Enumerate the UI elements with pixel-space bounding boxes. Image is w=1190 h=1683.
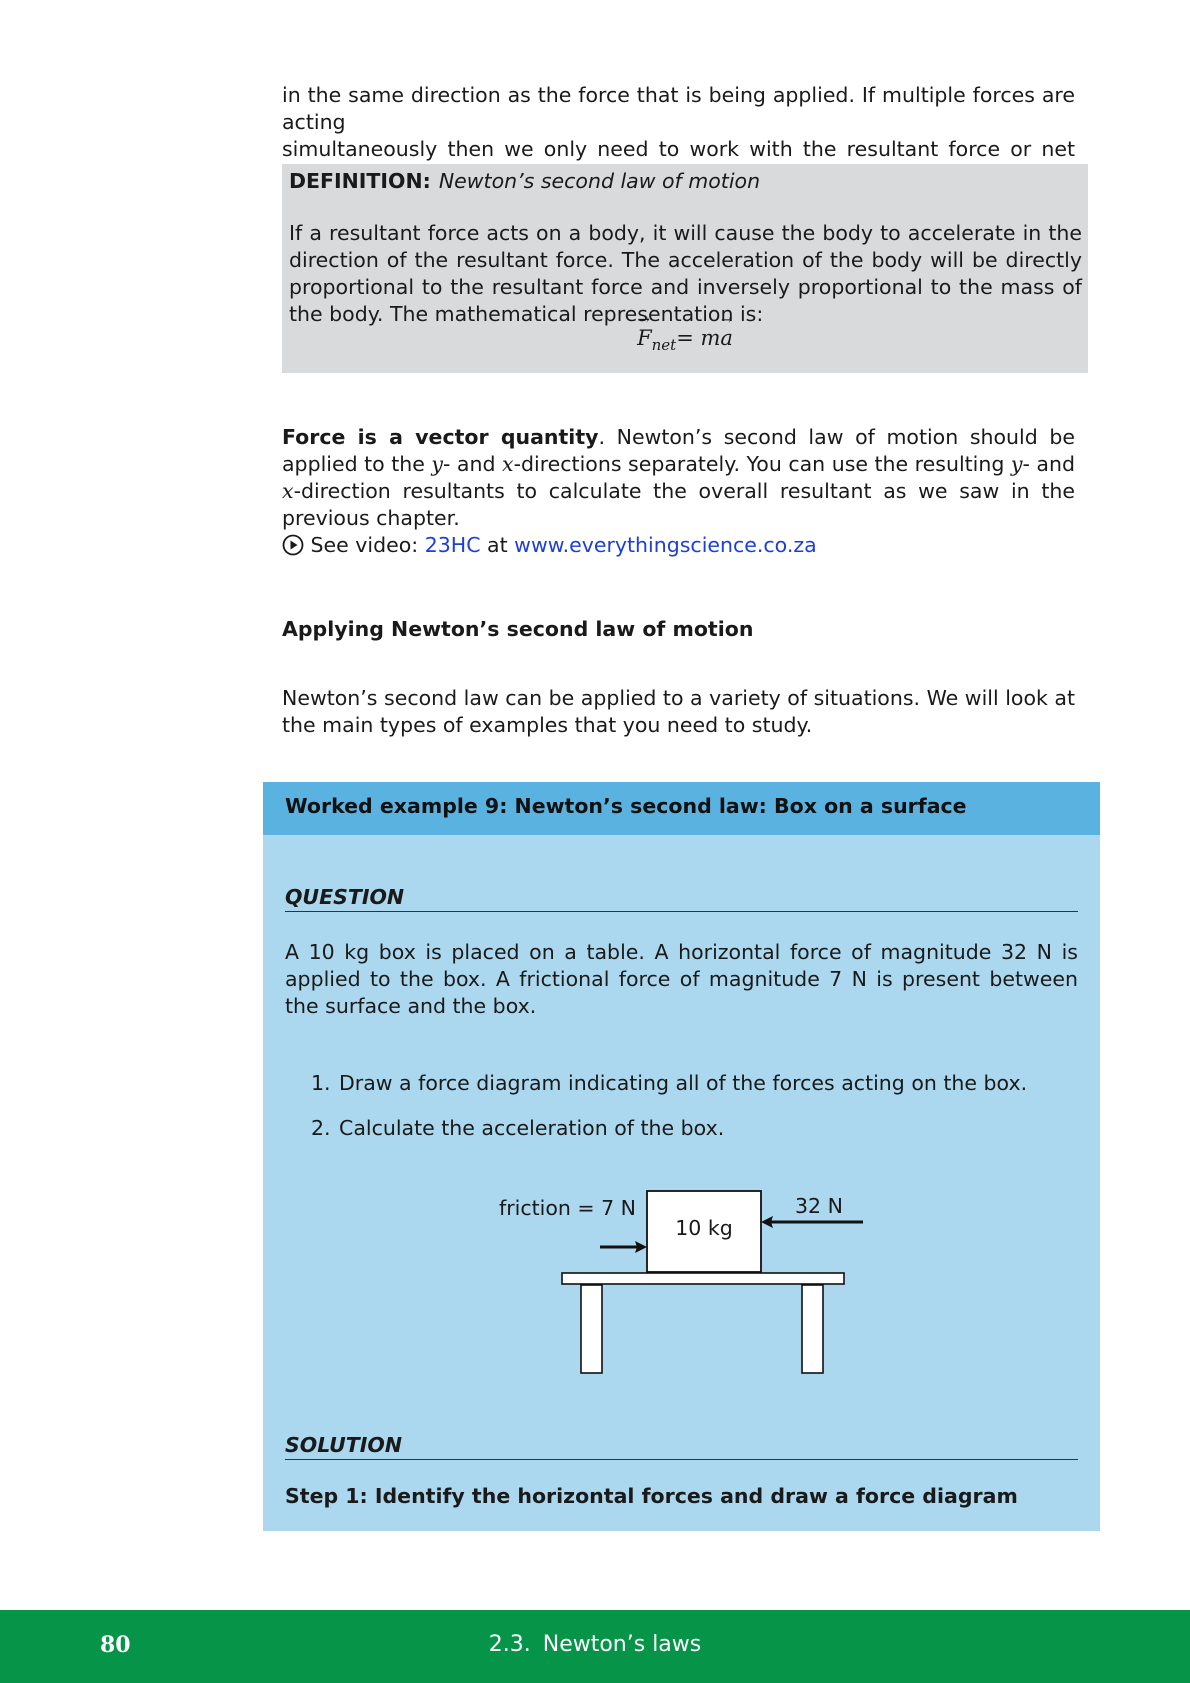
mass-label: 10 kg bbox=[675, 1216, 733, 1240]
math-y: y bbox=[1010, 452, 1023, 476]
definition-title: Newton’s second law of motion bbox=[438, 169, 761, 193]
video-code-link[interactable]: 23HC bbox=[425, 533, 481, 557]
math-x: x bbox=[502, 452, 514, 476]
play-circle-icon[interactable] bbox=[282, 534, 304, 556]
table-leg-right bbox=[801, 1284, 824, 1374]
vector-bold: Force is a vector quantity bbox=[282, 425, 599, 449]
page-footer: 80 2.3. Newton’s laws bbox=[0, 1610, 1190, 1683]
video-prefix: See video: bbox=[310, 533, 425, 557]
definition-box: DEFINITION: Newton’s second law of motion… bbox=[282, 164, 1088, 373]
math-x: x bbox=[282, 479, 294, 503]
website-link[interactable]: www.everythingscience.co.za bbox=[514, 533, 817, 557]
section-heading: Applying Newton’s second law of motion bbox=[282, 617, 754, 641]
vector-text: -direction resultants to calculate the o… bbox=[282, 479, 1075, 530]
friction-label: friction = 7 N bbox=[499, 1196, 636, 1220]
vector-text: -directions separately. You can use the … bbox=[513, 452, 1011, 476]
formula-subscript: net bbox=[651, 336, 677, 355]
section-paragraph: Newton’s second law can be applied to a … bbox=[282, 686, 1075, 737]
vector-arrow-icon: → bbox=[638, 312, 650, 328]
vector-text: - and bbox=[443, 452, 503, 476]
force-diagram-drawing bbox=[561, 1190, 863, 1374]
footer-section-number: 2.3. bbox=[488, 1632, 531, 1657]
worked-example-box: Worked example 9: Newton’s second law: B… bbox=[263, 782, 1100, 1531]
vector-arrow-icon: → bbox=[721, 313, 732, 328]
footer-section: 2.3. Newton’s laws bbox=[0, 1632, 1190, 1657]
applied-force-label: 32 N bbox=[795, 1194, 843, 1218]
definition-formula: → Fnet = ma → bbox=[282, 312, 1088, 355]
vector-paragraph: Force is a vector quantity. Newton’s sec… bbox=[282, 424, 1075, 532]
math-y: y bbox=[431, 452, 443, 476]
table-top bbox=[561, 1272, 845, 1285]
formula-rhs: = ma bbox=[676, 326, 733, 350]
vector-text: - and bbox=[1022, 452, 1076, 476]
definition-body: If a resultant force acts on a body, it … bbox=[289, 221, 1082, 326]
video-at: at bbox=[480, 533, 515, 557]
definition-heading: DEFINITION: Newton’s second law of motion bbox=[289, 168, 760, 195]
definition-label: DEFINITION: bbox=[289, 169, 431, 193]
intro-line-1: in the same direction as the force that … bbox=[282, 83, 1075, 134]
solution-heading: SOLUTION bbox=[285, 1433, 1078, 1460]
formula-force: F bbox=[637, 326, 652, 350]
table-leg-left bbox=[580, 1284, 603, 1374]
footer-section-title: Newton’s laws bbox=[542, 1632, 702, 1657]
video-line: See video: 23HC at www.everythingscience… bbox=[282, 532, 1075, 559]
step-1-heading: Step 1: Identify the horizontal forces a… bbox=[285, 1484, 1018, 1508]
